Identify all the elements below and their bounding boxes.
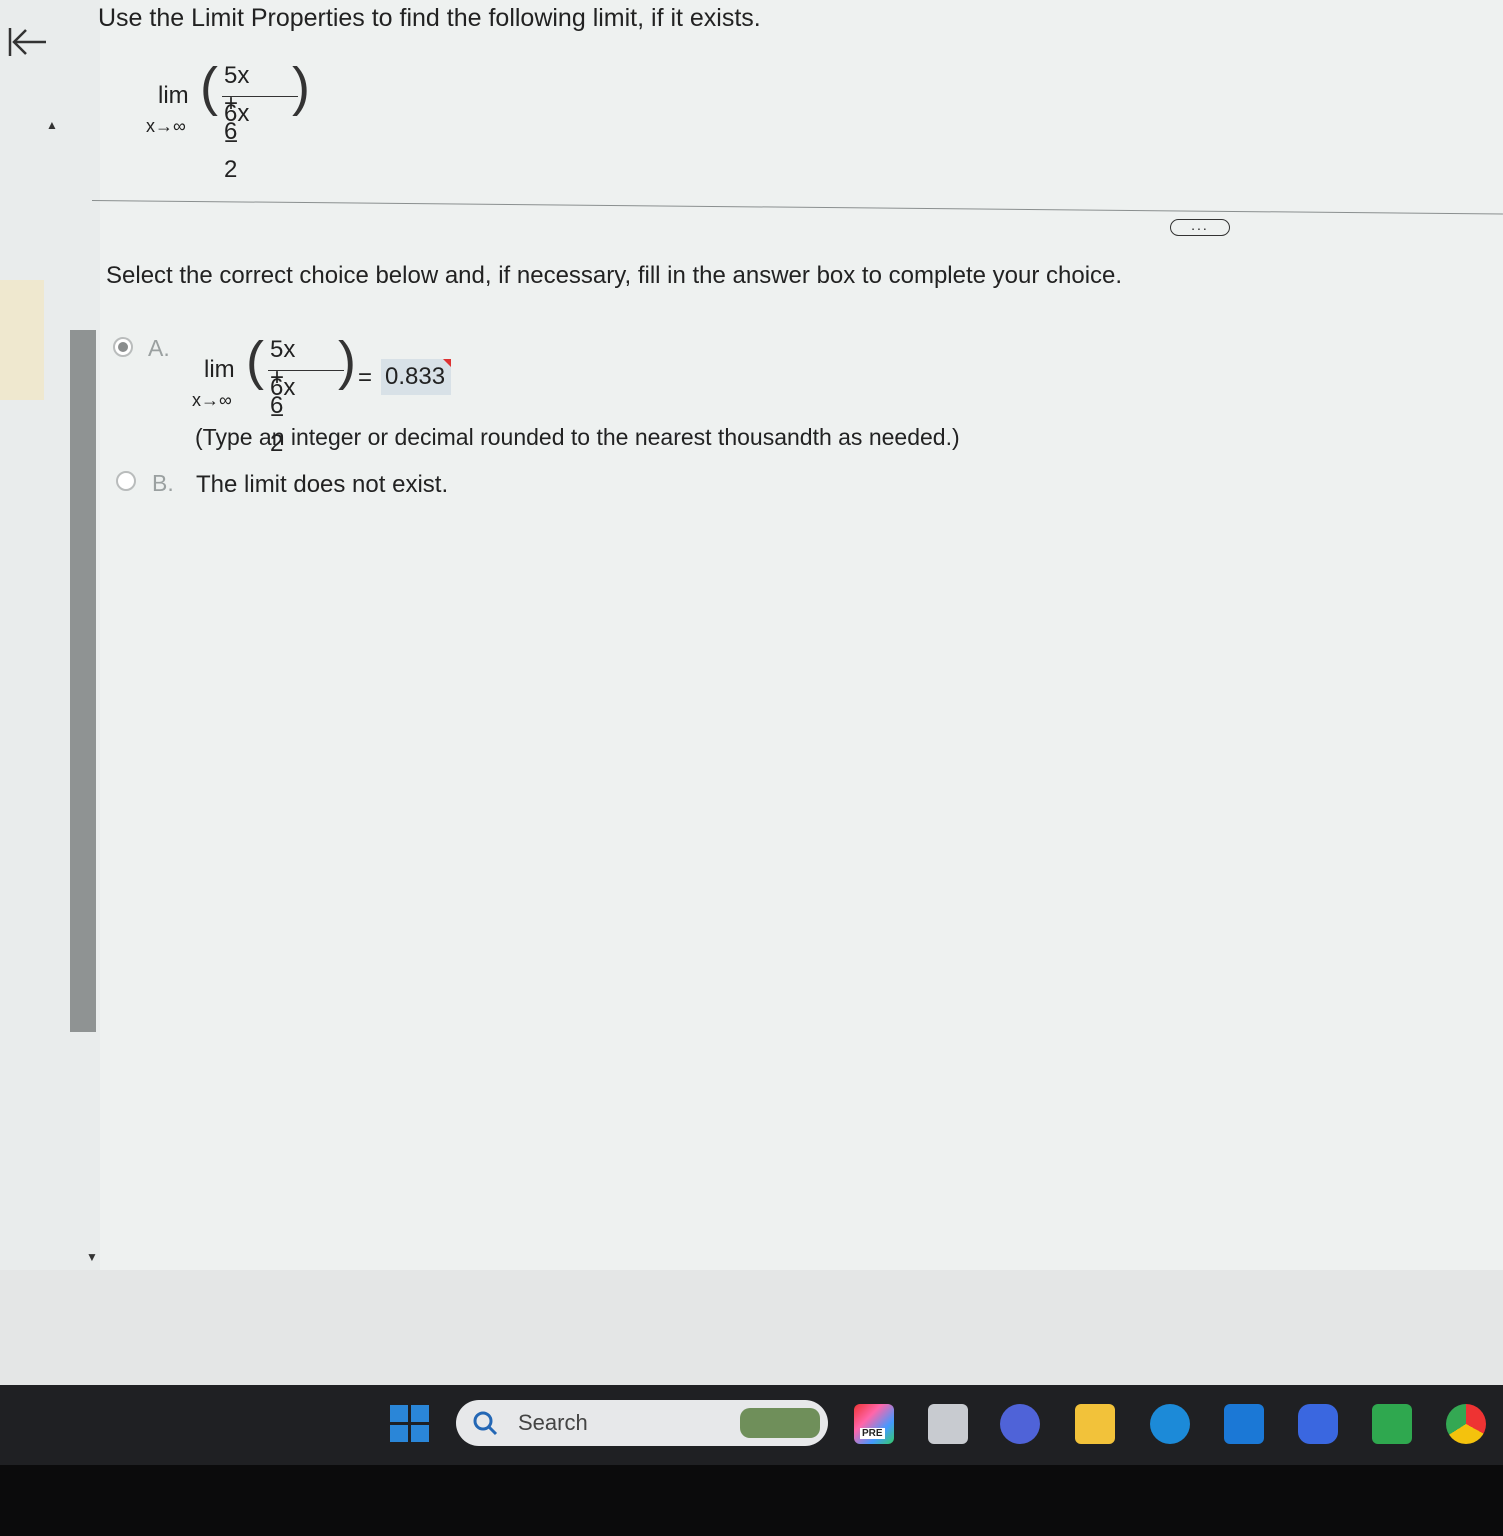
fraction-bar	[268, 370, 344, 371]
store-icon[interactable]	[1372, 1404, 1412, 1444]
right-paren: )	[338, 331, 356, 391]
scroll-up-icon[interactable]: ▲	[46, 118, 58, 132]
question-panel	[100, 0, 1503, 1270]
equals-sign: =	[358, 364, 373, 391]
search-label: Search	[518, 1410, 588, 1435]
question-text: Use the Limit Properties to find the fol…	[98, 4, 761, 32]
lim-label: lim	[204, 356, 235, 383]
search-highlight-image	[740, 1408, 820, 1438]
app-pre-icon[interactable]: PRE	[854, 1404, 894, 1444]
search-icon	[473, 1411, 498, 1436]
choice-b-radio[interactable]	[116, 471, 136, 491]
choice-b-text: The limit does not exist.	[196, 471, 449, 498]
scrollbar-thumb[interactable]	[70, 330, 96, 1032]
right-paren: )	[292, 57, 310, 117]
edge-icon[interactable]	[1150, 1404, 1190, 1444]
more-button[interactable]: ...	[1170, 218, 1230, 236]
left-paren: (	[200, 57, 218, 117]
screen-bezel	[0, 1465, 1503, 1536]
left-panel-highlight	[0, 280, 44, 400]
choice-b-letter: B.	[152, 470, 174, 496]
pre-badge: PRE	[860, 1428, 885, 1439]
lim-subscript: x→∞	[146, 116, 186, 136]
denominator: 6x − 2	[224, 100, 250, 183]
left-paren: (	[246, 331, 264, 391]
meet-icon[interactable]	[1000, 1404, 1040, 1444]
answer-input[interactable]: 0.833	[381, 359, 451, 395]
answer-hint: (Type an integer or decimal rounded to t…	[195, 424, 960, 450]
mail-icon[interactable]	[1224, 1404, 1264, 1444]
page-footer-area	[0, 1270, 1503, 1385]
choice-a-letter: A.	[148, 335, 170, 361]
instruction-text: Select the correct choice below and, if …	[106, 262, 1123, 289]
scroll-down-icon[interactable]: ▼	[86, 1250, 98, 1264]
windows-start-icon[interactable]	[390, 1405, 430, 1443]
copilot-icon[interactable]	[1298, 1404, 1338, 1444]
taskbar-search[interactable]: Search	[456, 1400, 828, 1446]
choice-a-radio[interactable]	[113, 337, 133, 357]
file-explorer-icon[interactable]	[1075, 1404, 1115, 1444]
lim-label: lim	[158, 82, 189, 109]
chrome-icon[interactable]	[1446, 1404, 1486, 1444]
fraction-bar	[222, 96, 298, 97]
task-view-icon[interactable]	[928, 1404, 968, 1444]
back-arrow-icon[interactable]	[4, 22, 48, 62]
lim-subscript: x→∞	[192, 390, 232, 410]
